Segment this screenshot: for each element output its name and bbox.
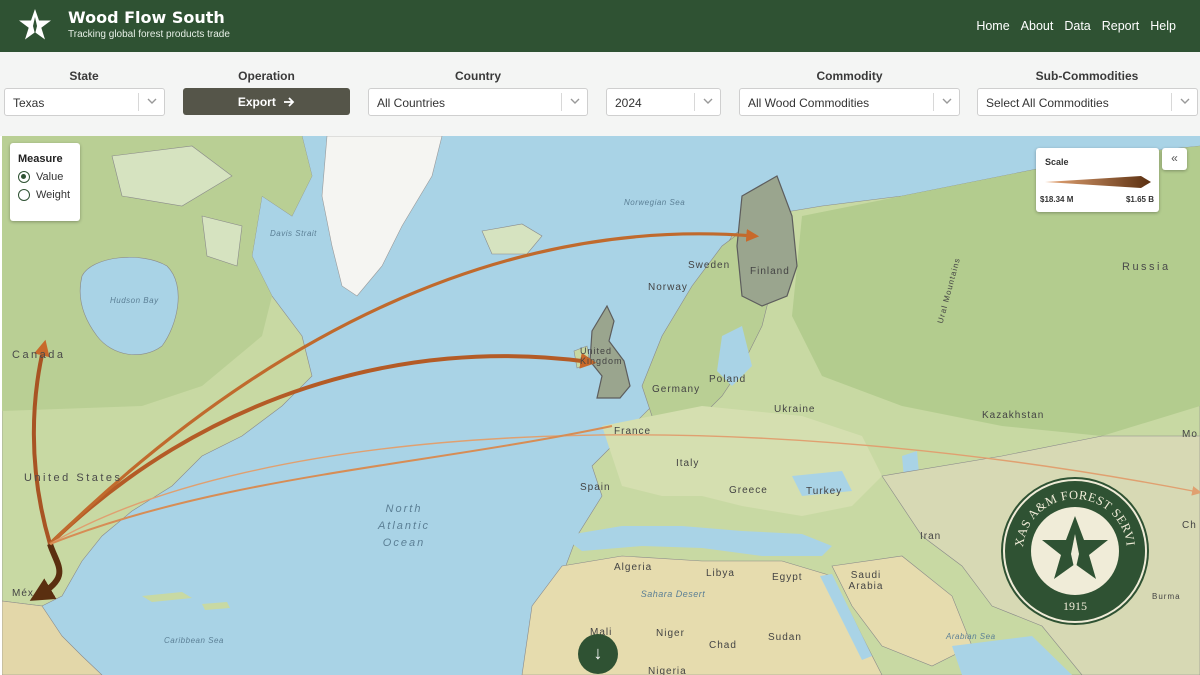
app-header: Wood Flow South Tracking global forest p… xyxy=(0,0,1200,52)
label-turkey: Turkey xyxy=(806,486,843,497)
subcommodities-select[interactable]: Select All Commodities xyxy=(977,88,1198,116)
measure-title: Measure xyxy=(18,153,63,165)
commodity-select[interactable]: All Wood Commodities xyxy=(739,88,960,116)
seal-year: 1915 xyxy=(1063,599,1087,613)
scale-legend: Scale $18.34 M $1.65 B xyxy=(1036,148,1159,212)
nav-report[interactable]: Report xyxy=(1102,19,1140,33)
country-label: Country xyxy=(455,69,501,83)
operation-label: Operation xyxy=(238,69,295,83)
app-title: Wood Flow South xyxy=(68,8,225,27)
year-select[interactable]: 2024 xyxy=(606,88,721,116)
scale-title: Scale xyxy=(1045,157,1069,167)
label-kazakhstan: Kazakhstan xyxy=(982,410,1045,421)
label-chad: Chad xyxy=(709,640,737,651)
label-france: France xyxy=(614,426,652,437)
label-sudan: Sudan xyxy=(768,632,802,643)
label-davis-strait: Davis Strait xyxy=(270,229,317,238)
main-nav: Home About Data Report Help xyxy=(976,19,1176,33)
texas-am-forest-service-seal: TEXAS A&M FOREST SERVICE 1915 xyxy=(1000,476,1149,625)
label-mo: Mo xyxy=(1182,429,1198,440)
label-italy: Italy xyxy=(676,458,700,469)
nav-data[interactable]: Data xyxy=(1064,19,1090,33)
label-united-states: United States xyxy=(24,472,123,484)
state-select[interactable]: Texas xyxy=(4,88,165,116)
label-arabian-sea: Arabian Sea xyxy=(946,632,996,641)
label-canada: Canada xyxy=(12,349,66,361)
label-egypt: Egypt xyxy=(772,572,803,583)
scale-max: $1.65 B xyxy=(1125,195,1154,204)
nav-about[interactable]: About xyxy=(1021,19,1054,33)
label-poland: Poland xyxy=(709,374,747,385)
chevron-down-icon xyxy=(561,93,587,111)
label-hudson-bay: Hudson Bay xyxy=(110,296,159,305)
collapse-panel-button[interactable]: « xyxy=(1162,148,1187,170)
chevron-down-icon xyxy=(933,93,959,111)
country-select[interactable]: All Countries xyxy=(368,88,588,116)
arrow-right-icon xyxy=(284,97,295,107)
radio-unselected-icon[interactable] xyxy=(18,189,30,201)
nav-home[interactable]: Home xyxy=(976,19,1009,33)
label-germany: Germany xyxy=(652,384,701,395)
app-subtitle: Tracking global forest products trade xyxy=(68,29,230,40)
filter-bar: State Texas Operation Export Country All… xyxy=(0,52,1200,136)
label-greece: Greece xyxy=(729,485,768,496)
scroll-down-button[interactable]: ↓ xyxy=(578,634,618,674)
nav-help[interactable]: Help xyxy=(1150,19,1176,33)
label-saudi-arabia: Saudi Arabia xyxy=(848,570,884,592)
export-button[interactable]: Export xyxy=(183,88,350,115)
measure-panel: Measure Value Weight xyxy=(10,143,80,221)
label-niger: Niger xyxy=(656,628,685,639)
label-sweden: Sweden xyxy=(688,260,731,271)
label-iran: Iran xyxy=(920,531,942,542)
label-finland: Finland xyxy=(750,266,790,277)
export-label: Export xyxy=(237,95,276,109)
state-label: State xyxy=(69,69,99,83)
label-burma: Burma xyxy=(1152,592,1181,601)
label-russia: Russia xyxy=(1122,261,1171,273)
radio-selected-icon[interactable] xyxy=(18,171,30,183)
star-logo-icon[interactable] xyxy=(18,8,52,42)
label-nigeria: Nigeria xyxy=(648,666,687,675)
measure-value-label: Value xyxy=(36,171,64,183)
chevron-down-icon xyxy=(694,93,720,111)
label-caribbean-sea: Caribbean Sea xyxy=(164,636,224,645)
subcommodities-value: Select All Commodities xyxy=(986,96,1109,110)
country-value: All Countries xyxy=(377,96,446,110)
chevron-down-icon xyxy=(1171,93,1197,111)
scale-wedge-icon xyxy=(1045,176,1151,188)
label-mexico: Méx xyxy=(12,588,34,599)
measure-option-value[interactable]: Value xyxy=(18,171,80,183)
label-united-kingdom: United Kingdom xyxy=(580,346,623,366)
label-libya: Libya xyxy=(706,568,735,579)
scale-min: $18.34 M xyxy=(1040,195,1074,204)
label-sahara: Sahara Desert xyxy=(640,589,706,599)
label-norway: Norway xyxy=(648,282,688,293)
year-value: 2024 xyxy=(615,96,642,110)
label-ch: Ch xyxy=(1182,520,1197,531)
label-spain: Spain xyxy=(580,482,611,493)
commodity-label: Commodity xyxy=(816,69,883,83)
measure-option-weight[interactable]: Weight xyxy=(18,189,80,201)
label-north-atlantic: North Atlantic Ocean xyxy=(377,503,431,549)
label-ukraine: Ukraine xyxy=(774,404,816,415)
subcommodities-label: Sub-Commodities xyxy=(1035,69,1139,83)
label-algeria: Algeria xyxy=(614,562,653,573)
state-value: Texas xyxy=(13,96,45,110)
label-norwegian-sea: Norwegian Sea xyxy=(624,198,686,207)
measure-weight-label: Weight xyxy=(36,189,71,201)
commodity-value: All Wood Commodities xyxy=(748,96,870,110)
chevron-down-icon xyxy=(138,93,164,111)
